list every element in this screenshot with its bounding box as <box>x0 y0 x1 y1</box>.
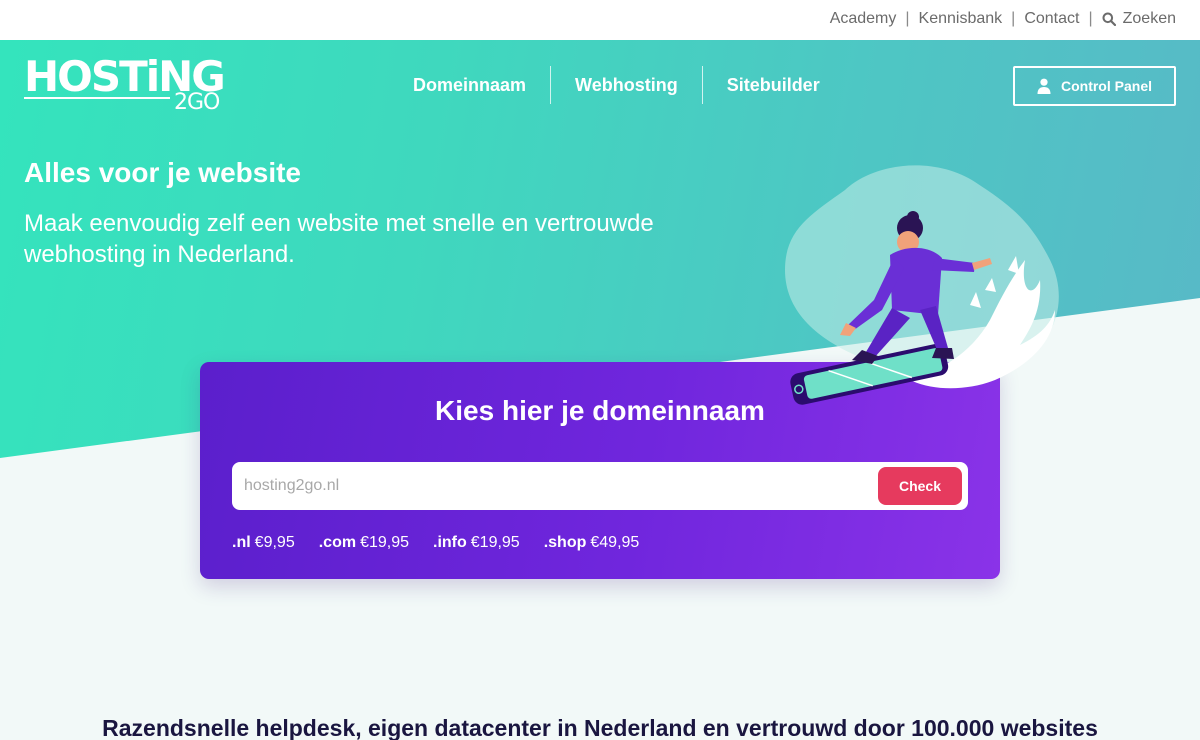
utility-links: Academy | Kennisbank | Contact | Zoeken <box>830 10 1176 28</box>
tld-price-item[interactable]: .nl €9,95 <box>232 534 295 552</box>
logo-suffix: 2GO <box>174 90 220 115</box>
tld-price-item[interactable]: .info €19,95 <box>433 534 520 552</box>
control-panel-label: Control Panel <box>1060 78 1152 94</box>
tld-extension: .nl <box>232 534 251 551</box>
utility-bar: Academy | Kennisbank | Contact | Zoeken <box>0 0 1200 40</box>
control-panel-button[interactable]: Control Panel <box>1013 66 1176 106</box>
tld-price: €19,95 <box>470 534 520 551</box>
utility-link-contact[interactable]: Contact <box>1024 10 1079 28</box>
tld-price: €19,95 <box>360 534 409 551</box>
tld-extension: .com <box>318 534 357 551</box>
separator: | <box>1088 10 1093 27</box>
logo-underline <box>24 97 170 99</box>
check-button[interactable]: Check <box>878 467 962 505</box>
main-nav: Domeinnaam Webhosting Sitebuilder <box>389 66 844 104</box>
tld-extension: .info <box>433 534 467 551</box>
domain-search-input[interactable] <box>232 462 872 510</box>
search-icon <box>1102 12 1116 26</box>
nav-item-sitebuilder[interactable]: Sitebuilder <box>703 66 844 104</box>
tld-extension: .shop <box>543 534 587 551</box>
tld-price: €9,95 <box>254 534 295 551</box>
separator: | <box>1011 10 1016 27</box>
search-label: Zoeken <box>1122 10 1176 27</box>
user-icon <box>1037 78 1051 94</box>
site-logo[interactable]: HOSTiNG 2GO <box>24 56 226 118</box>
utility-link-academy[interactable]: Academy <box>830 10 897 28</box>
hero-title: Alles voor je website <box>24 157 301 188</box>
domain-search-box: Check <box>232 462 968 510</box>
nav-item-domeinnaam[interactable]: Domeinnaam <box>389 66 550 104</box>
domain-search-title: Kies hier je domeinnaam <box>435 395 765 426</box>
nav-item-webhosting[interactable]: Webhosting <box>551 66 702 104</box>
features-heading: Razendsnelle helpdesk, eigen datacenter … <box>102 715 1098 740</box>
utility-link-kennisbank[interactable]: Kennisbank <box>919 10 1003 28</box>
tld-price-item[interactable]: .com €19,95 <box>319 534 409 552</box>
separator: | <box>905 10 910 27</box>
search-link[interactable]: Zoeken <box>1102 10 1176 28</box>
surfer-illustration <box>785 165 1059 405</box>
hero-subtitle: Maak eenvoudig zelf een website met snel… <box>24 210 654 268</box>
tld-price-list: .nl €9,95 .com €19,95 .info €19,95 .shop €49… <box>232 534 663 552</box>
tld-price-item[interactable]: .shop €49,95 <box>544 534 640 552</box>
tld-price: €49,95 <box>590 534 640 551</box>
